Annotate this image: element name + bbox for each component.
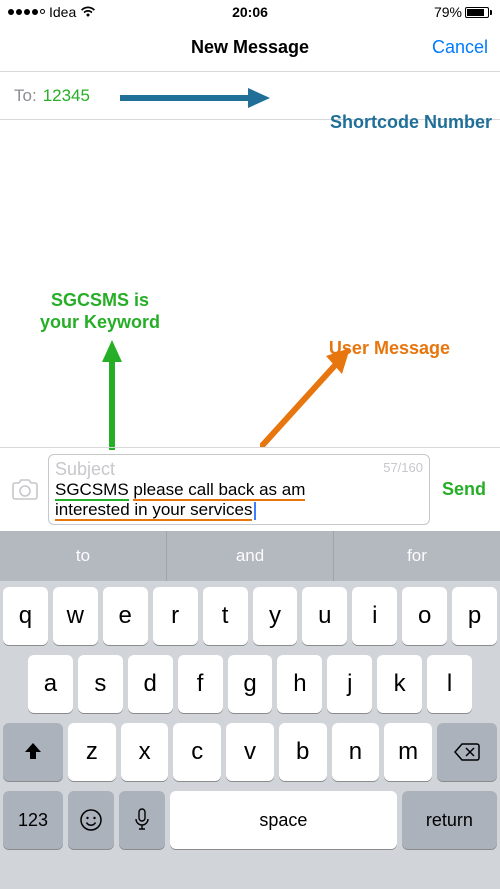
subject-placeholder: Subject — [55, 459, 423, 480]
key-rows: q w e r t y u i o p a s d f g h j k l z — [0, 581, 500, 889]
key-t[interactable]: t — [203, 587, 248, 645]
key-u[interactable]: u — [302, 587, 347, 645]
key-k[interactable]: k — [377, 655, 422, 713]
key-z[interactable]: z — [68, 723, 116, 781]
key-row-4: 123 space return — [3, 791, 497, 849]
return-key[interactable]: return — [402, 791, 497, 849]
message-input[interactable]: Subject 57/160 SGCSMS please call back a… — [48, 454, 430, 526]
message-text: SGCSMS please call back as aminterested … — [55, 480, 423, 521]
arrow-right-icon — [120, 86, 270, 110]
key-w[interactable]: w — [53, 587, 98, 645]
key-a[interactable]: a — [28, 655, 73, 713]
key-e[interactable]: e — [103, 587, 148, 645]
key-row-1: q w e r t y u i o p — [3, 587, 497, 645]
char-count: 57/160 — [383, 460, 423, 475]
key-d[interactable]: d — [128, 655, 173, 713]
cancel-button[interactable]: Cancel — [432, 37, 488, 58]
status-bar: Idea 20:06 79% — [0, 0, 500, 24]
key-c[interactable]: c — [173, 723, 221, 781]
text-cursor — [254, 502, 256, 520]
key-row-3: z x c v b n m — [3, 723, 497, 781]
shift-icon — [22, 741, 44, 763]
suggestion-bar: to and for — [0, 531, 500, 581]
to-field[interactable]: To: 12345 Shortcode Number — [0, 72, 500, 120]
microphone-icon — [134, 808, 150, 832]
suggestion-2[interactable]: and — [167, 531, 334, 581]
key-h[interactable]: h — [277, 655, 322, 713]
backspace-key[interactable] — [437, 723, 497, 781]
key-n[interactable]: n — [332, 723, 380, 781]
navbar: New Message Cancel — [0, 24, 500, 72]
key-p[interactable]: p — [452, 587, 497, 645]
key-l[interactable]: l — [427, 655, 472, 713]
key-g[interactable]: g — [228, 655, 273, 713]
wifi-icon — [80, 6, 96, 18]
arrow-up-icon — [100, 340, 124, 450]
arrow-diagonal-icon — [260, 348, 350, 448]
key-m[interactable]: m — [384, 723, 432, 781]
dictation-key[interactable] — [119, 791, 165, 849]
shift-key[interactable] — [3, 723, 63, 781]
key-o[interactable]: o — [402, 587, 447, 645]
key-r[interactable]: r — [153, 587, 198, 645]
emoji-icon — [79, 808, 103, 832]
backspace-icon — [454, 742, 480, 762]
status-time: 20:06 — [169, 4, 330, 20]
battery-icon — [465, 7, 492, 18]
key-s[interactable]: s — [78, 655, 123, 713]
space-key[interactable]: space — [170, 791, 397, 849]
keyboard: to and for q w e r t y u i o p a s d f g… — [0, 531, 500, 889]
key-x[interactable]: x — [121, 723, 169, 781]
send-button[interactable]: Send — [438, 479, 490, 500]
camera-button[interactable] — [10, 479, 40, 501]
suggestion-3[interactable]: for — [334, 531, 500, 581]
suggestion-1[interactable]: to — [0, 531, 167, 581]
to-label: To: — [14, 86, 37, 106]
status-right: 79% — [331, 4, 492, 20]
signal-dots-icon — [8, 9, 45, 15]
carrier-label: Idea — [49, 4, 76, 20]
numbers-key[interactable]: 123 — [3, 791, 63, 849]
compose-row: Subject 57/160 SGCSMS please call back a… — [0, 447, 500, 531]
battery-pct: 79% — [434, 4, 462, 20]
annotation-keyword: SGCSMS isyour Keyword — [40, 290, 160, 333]
camera-icon — [11, 479, 39, 501]
key-q[interactable]: q — [3, 587, 48, 645]
key-f[interactable]: f — [178, 655, 223, 713]
key-i[interactable]: i — [352, 587, 397, 645]
emoji-key[interactable] — [68, 791, 114, 849]
page-title: New Message — [191, 37, 309, 58]
key-row-2: a s d f g h j k l — [3, 655, 497, 713]
key-v[interactable]: v — [226, 723, 274, 781]
to-number: 12345 — [43, 86, 90, 106]
key-y[interactable]: y — [253, 587, 298, 645]
key-b[interactable]: b — [279, 723, 327, 781]
status-left: Idea — [8, 4, 169, 20]
key-j[interactable]: j — [327, 655, 372, 713]
